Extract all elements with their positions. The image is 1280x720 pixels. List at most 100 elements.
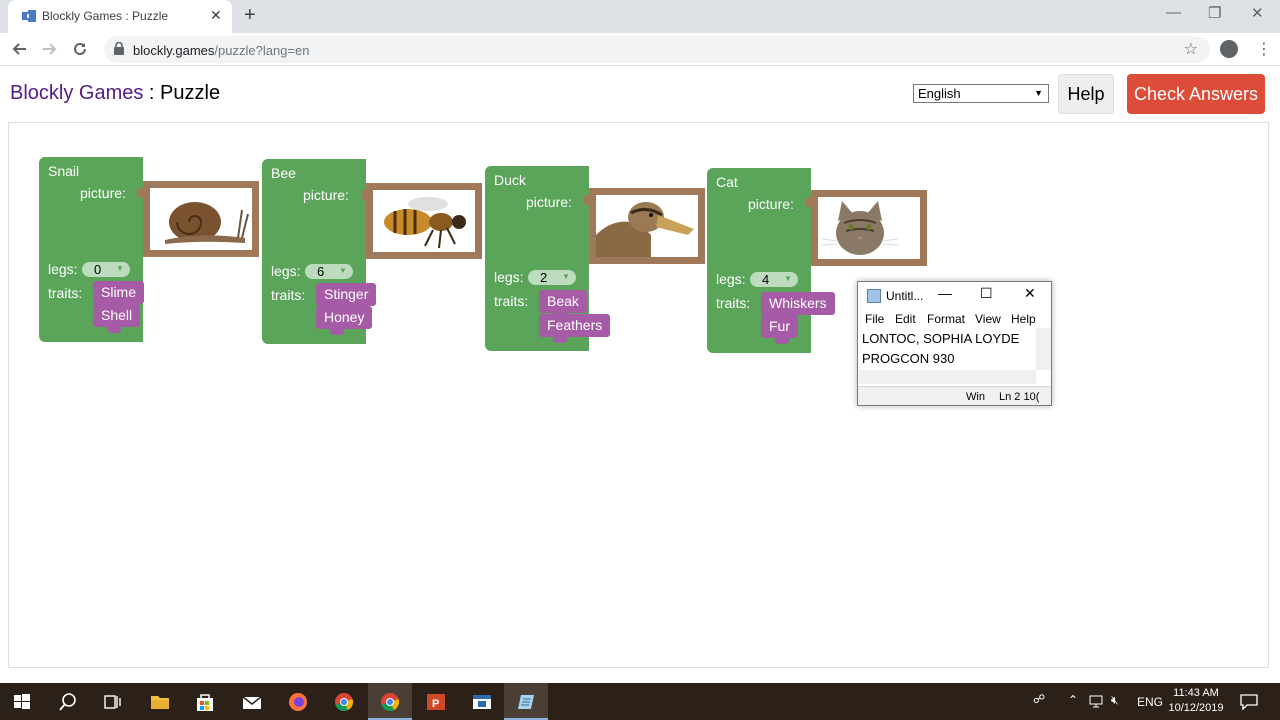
notepad-icon: [518, 695, 534, 709]
taskbar-app[interactable]: [460, 683, 504, 720]
legs-value: 6: [317, 264, 325, 279]
show-hidden-icons-chevron-icon[interactable]: ⌃: [1068, 693, 1078, 707]
back-arrow-icon[interactable]: [12, 41, 28, 57]
system-clock[interactable]: 11:43 AM 10/12/2019: [1158, 686, 1234, 716]
windows-taskbar: P ☍ ⌃ 🔇︎ ENG 11:43 AM 10/12/2019: [0, 683, 1280, 720]
help-button[interactable]: Help: [1058, 74, 1114, 114]
start-button[interactable]: [0, 683, 44, 720]
legs-dropdown[interactable]: 2 ▼: [528, 270, 576, 285]
taskbar-store[interactable]: [183, 683, 227, 720]
notepad-window[interactable]: Untitl... — ☐ ✕ File Edit Format View He…: [857, 281, 1052, 406]
notepad-title: Untitl...: [886, 289, 924, 303]
check-answers-button[interactable]: Check Answers: [1127, 74, 1265, 114]
notepad-maximize-button[interactable]: ☐: [980, 285, 993, 302]
notifications-icon[interactable]: [1240, 694, 1258, 710]
notepad-horizontal-scrollbar[interactable]: [859, 370, 1036, 384]
network-icon[interactable]: [1089, 695, 1105, 709]
picture-label: picture:: [748, 196, 794, 212]
taskbar-file-explorer[interactable]: [138, 683, 182, 720]
taskbar-powerpoint[interactable]: P: [414, 683, 458, 720]
trait-block[interactable]: Fur: [761, 315, 798, 344]
url-text: blockly.games/puzzle?lang=en: [133, 43, 309, 58]
picture-block[interactable]: [584, 188, 705, 264]
legs-dropdown[interactable]: 4 ▼: [750, 272, 798, 287]
picture-block[interactable]: [361, 183, 482, 259]
blockly-workspace[interactable]: Snail picture: legs: 0 ▼ traits: Slime Sh…: [8, 122, 1269, 668]
notepad-menu-view[interactable]: View: [975, 312, 1001, 326]
blockly-games-link[interactable]: Blockly Games: [10, 82, 143, 104]
animal-name: Duck: [494, 172, 526, 188]
taskbar-chrome-active[interactable]: [368, 683, 412, 720]
forward-arrow-icon[interactable]: [41, 41, 57, 57]
connector-notch: [138, 188, 145, 198]
traits-label: traits:: [716, 295, 751, 311]
search-button[interactable]: [46, 683, 90, 720]
menu-kebab-icon[interactable]: ⋮: [1256, 39, 1272, 59]
volume-muted-icon[interactable]: 🔇︎: [1111, 693, 1119, 708]
picture-block[interactable]: [806, 190, 927, 266]
reload-icon[interactable]: [72, 41, 88, 57]
window-close-button[interactable]: ✕: [1251, 4, 1264, 22]
notepad-minimize-button[interactable]: —: [938, 285, 952, 301]
trait-block[interactable]: Shell: [93, 304, 141, 333]
notepad-text-line-1[interactable]: LONTOC, SOPHIA LOYDE: [862, 331, 1019, 346]
cat-picture: [818, 197, 920, 259]
page-title: Blockly Games : Puzzle: [10, 82, 220, 105]
folder-icon: [151, 696, 169, 709]
trait-block[interactable]: Slime: [93, 281, 145, 310]
task-view-button[interactable]: [90, 683, 134, 720]
mail-icon: [242, 696, 262, 709]
legs-label: legs:: [494, 269, 524, 285]
blockly-favicon-icon: [22, 10, 36, 22]
trait-block[interactable]: Feathers: [539, 314, 611, 343]
bee-picture: [373, 190, 475, 252]
window-restore-button[interactable]: ❐: [1208, 4, 1221, 22]
notepad-menu-file[interactable]: File: [865, 312, 884, 326]
dropdown-arrow-icon: ▼: [784, 274, 792, 283]
legs-dropdown[interactable]: 0 ▼: [82, 262, 130, 277]
picture-block[interactable]: [138, 181, 259, 257]
notepad-text-line-2[interactable]: PROGCON 930: [862, 351, 954, 366]
language-select[interactable]: English ▼: [913, 84, 1049, 103]
trait-block[interactable]: Stinger: [316, 283, 377, 312]
address-bar[interactable]: blockly.games/puzzle?lang=en ☆: [104, 36, 1210, 63]
browser-tab[interactable]: Blockly Games : Puzzle ✕: [8, 0, 232, 33]
chrome-icon: [381, 693, 399, 711]
url-host: blockly.games: [133, 43, 215, 58]
notepad-menu-edit[interactable]: Edit: [895, 312, 916, 326]
traits-label: traits:: [271, 287, 306, 303]
url-path: /puzzle?lang=en: [214, 43, 310, 58]
legs-label: legs:: [271, 263, 301, 279]
title-separator: :: [143, 82, 161, 104]
people-icon[interactable]: ☍: [1033, 692, 1045, 706]
legs-dropdown[interactable]: 6 ▼: [305, 264, 353, 279]
powerpoint-icon: P: [427, 694, 445, 710]
trait-block[interactable]: Beak: [539, 290, 587, 319]
firefox-icon: [289, 693, 307, 711]
taskbar-chrome[interactable]: [322, 683, 366, 720]
tab-close-icon[interactable]: ✕: [210, 7, 222, 24]
connector-notch: [584, 195, 591, 205]
profile-avatar-icon[interactable]: [1220, 40, 1238, 58]
new-tab-button[interactable]: +: [244, 4, 256, 27]
dropdown-arrow-icon: ▼: [116, 264, 124, 273]
taskbar-notepad-active[interactable]: [504, 683, 548, 720]
browser-toolbar: blockly.games/puzzle?lang=en ☆ ⋮: [0, 33, 1280, 66]
legs-value: 0: [94, 262, 102, 277]
bookmark-star-icon[interactable]: ☆: [1184, 39, 1198, 59]
trait-block[interactable]: Whiskers: [761, 292, 835, 321]
picture-label: picture:: [80, 185, 126, 201]
animal-name: Snail: [48, 163, 80, 179]
trait-block[interactable]: Honey: [316, 306, 373, 335]
notepad-menu-format[interactable]: Format: [927, 312, 965, 326]
clock-time: 11:43 AM: [1173, 687, 1219, 699]
taskbar-firefox[interactable]: [276, 683, 320, 720]
taskbar-mail[interactable]: [230, 683, 274, 720]
notepad-vertical-scrollbar[interactable]: [1036, 328, 1051, 370]
notepad-menu-help[interactable]: Help: [1011, 312, 1036, 326]
window-minimize-button[interactable]: —: [1166, 4, 1181, 21]
legs-label: legs:: [48, 261, 78, 277]
notepad-close-button[interactable]: ✕: [1024, 285, 1036, 302]
legs-value: 4: [762, 272, 770, 287]
clock-date: 10/12/2019: [1168, 702, 1224, 714]
